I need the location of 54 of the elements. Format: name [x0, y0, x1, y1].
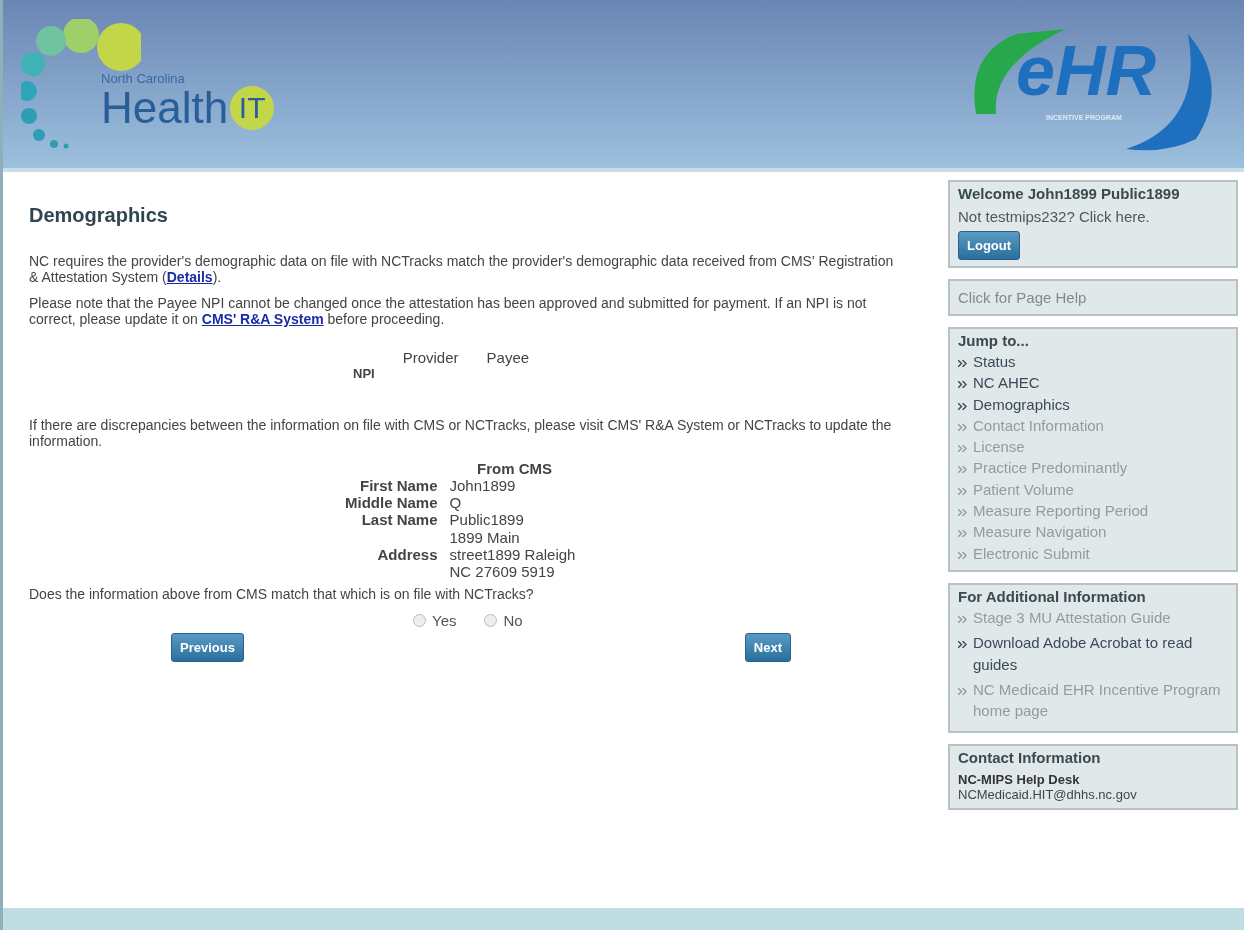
info-link[interactable]: Download Adobe Acrobat to read guides	[958, 632, 1228, 675]
chevron-icon	[958, 487, 967, 495]
page-help-link[interactable]: Click for Page Help	[958, 289, 1228, 306]
radio-button[interactable]	[484, 614, 498, 628]
chevron-icon	[958, 551, 967, 559]
jump-link[interactable]: Status	[958, 351, 1228, 373]
question: Does the information above from CMS match that which is on file with NCTracks?	[29, 586, 535, 603]
contact-name: NC-MIPS Help Desk	[958, 772, 1081, 788]
field-label: First Name	[359, 476, 439, 495]
link[interactable]: CMS' R&A System	[201, 311, 324, 328]
column-header: Payee	[485, 349, 531, 367]
chevron-icon	[958, 360, 967, 367]
field-label: Middle Name	[344, 494, 439, 512]
radio-option[interactable]: No	[484, 612, 523, 630]
column-header: Provider	[401, 349, 460, 367]
nav-button[interactable]: Next	[744, 633, 791, 663]
chevron-icon	[958, 402, 967, 410]
row-label: NPI	[352, 366, 376, 382]
logout-button[interactable]: Logout	[958, 231, 1021, 260]
nav-button[interactable]: Previous	[171, 633, 244, 663]
field-label: Last Name	[360, 511, 439, 529]
column-header: From CMS	[476, 459, 554, 477]
logo-badge: IT	[230, 86, 275, 130]
switch-user-link[interactable]: Not testmips232? Click here.	[958, 208, 1228, 225]
welcome-title: Welcome John1899 Public1899	[958, 185, 1181, 202]
chevron-icon	[958, 423, 967, 431]
paragraph: If there are discrepancies between the information on file with CMS or NCTracks, please visit CMS' R&A System or NCTracks to update the information.	[29, 417, 893, 450]
paragraph: Please note that the Payee NPI cannot be changed once the attestation has been approved and submitted for payment. If an NPI is not correct, please update it on CMS' R&A System before proceeding.	[29, 295, 868, 328]
radio-button[interactable]	[413, 614, 426, 628]
jump-link[interactable]: Demographics	[958, 393, 1228, 415]
chevron-icon	[958, 381, 967, 389]
chevron-icon	[958, 530, 967, 538]
paragraph: NC requires the provider's demographic data on file with NCTracks match the provider's demographic data received from CMS' Registration & Attestation System (Details).	[29, 253, 895, 286]
contact-email: NCMedicaid.HIT@dhhs.nc.gov	[958, 787, 1138, 803]
field-value: 1899 Main street1899 Raleigh NC 27609 5919	[449, 528, 576, 581]
chevron-icon	[958, 641, 967, 649]
chevron-icon	[958, 687, 967, 695]
logo-subtitle: North Carolina	[101, 71, 186, 86]
field-value: John1899	[449, 476, 516, 494]
chevron-icon	[958, 445, 967, 453]
panel-title: Contact Information	[958, 749, 1102, 767]
panel-title: Jump to...	[958, 332, 1030, 349]
jump-link[interactable]: NC AHEC	[958, 372, 1228, 394]
chevron-icon	[958, 509, 967, 517]
logo-title: Health	[101, 86, 229, 130]
field-value: Q	[449, 494, 462, 512]
chevron-icon	[958, 466, 967, 474]
field-label: Address	[376, 544, 439, 565]
field-value: Public1899	[449, 511, 524, 529]
radio-option[interactable]: Yes	[413, 612, 457, 630]
page-title: Demographics	[29, 204, 169, 227]
link[interactable]: Details	[166, 269, 213, 286]
chevron-icon	[958, 615, 967, 623]
panel-title: For Additional Information	[958, 587, 1147, 605]
